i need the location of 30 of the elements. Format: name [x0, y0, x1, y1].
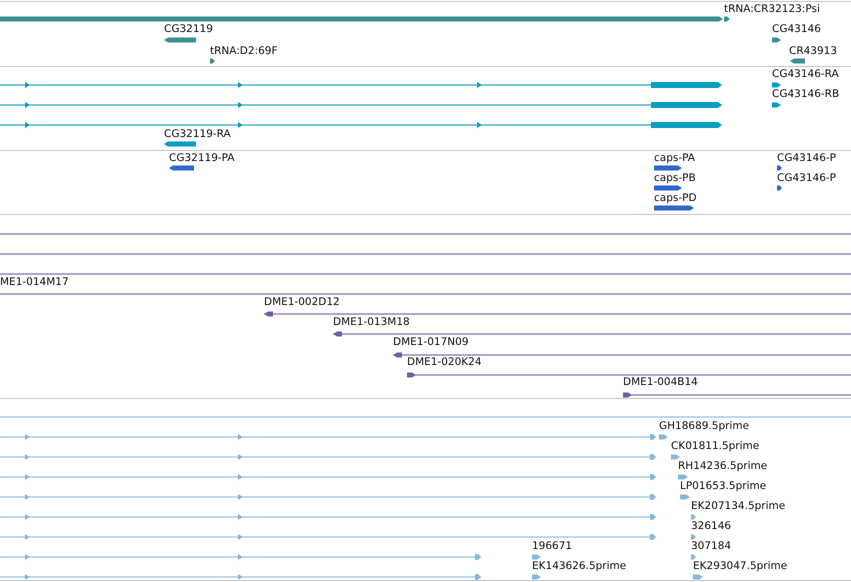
- feature-label[interactable]: CG32119: [164, 23, 213, 36]
- feature-label[interactable]: 307184: [691, 540, 732, 553]
- feature-label[interactable]: EK293047.5prime: [693, 560, 788, 573]
- feature-label[interactable]: CG43146-P: [777, 172, 836, 185]
- feature-label[interactable]: CK01811.5prime: [671, 440, 760, 453]
- feature-label[interactable]: DME1-002D12: [264, 296, 340, 309]
- feature-label[interactable]: LP01653.5prime: [680, 480, 766, 493]
- feature-label[interactable]: tRNA:CR32123:Psi: [724, 3, 820, 16]
- feature-label[interactable]: DME1-004B14: [623, 376, 698, 389]
- feature-label[interactable]: CG43146-RB: [772, 88, 840, 101]
- feature-label[interactable]: CG43146-RA: [772, 68, 839, 81]
- feature-label[interactable]: ME1-014M17: [0, 276, 69, 289]
- feature-label[interactable]: tRNA:D2:69F: [210, 45, 278, 58]
- feature-label[interactable]: 196671: [532, 540, 572, 553]
- feature-label[interactable]: DME1-020K24: [407, 356, 482, 369]
- feature-label[interactable]: DME1-013M18: [333, 316, 410, 329]
- feature-label[interactable]: RH14236.5prime: [678, 460, 768, 473]
- feature-label[interactable]: GH18689.5prime: [659, 420, 750, 433]
- feature-label[interactable]: 326146: [691, 520, 732, 533]
- feature-label[interactable]: CG32119-RA: [164, 128, 231, 141]
- feature-label[interactable]: EK143626.5prime: [532, 560, 626, 573]
- feature-label[interactable]: CG43146-P: [777, 152, 836, 165]
- feature-label[interactable]: CG43146: [772, 23, 821, 36]
- feature-label[interactable]: CR43913: [789, 45, 838, 58]
- feature-label[interactable]: caps-PA: [654, 152, 695, 165]
- feature-label[interactable]: caps-PD: [654, 192, 697, 205]
- feature-label[interactable]: caps-PB: [654, 172, 696, 185]
- feature-label[interactable]: DME1-017N09: [393, 336, 469, 349]
- feature-label[interactable]: EK207134.5prime: [691, 500, 786, 513]
- feature-label[interactable]: CG32119-PA: [169, 152, 235, 165]
